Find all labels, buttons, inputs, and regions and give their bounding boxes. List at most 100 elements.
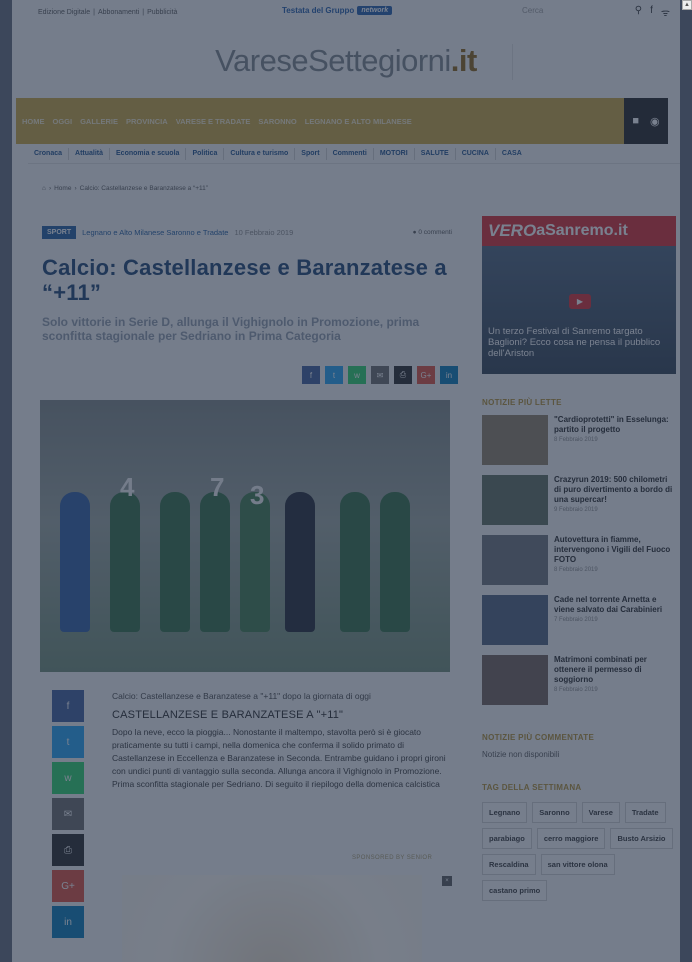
ad-close-icon[interactable]: ×	[442, 876, 452, 886]
category-link-cronaca[interactable]: Cronaca	[28, 150, 68, 157]
article-lead: Calcio: Castellanzese e Baranzatese a "+…	[112, 691, 371, 701]
sponsored-ad-image[interactable]	[122, 875, 422, 962]
googleplus-share-button[interactable]: G+	[417, 366, 435, 384]
email-share-button[interactable]: ✉	[371, 366, 389, 384]
twitter-share-button[interactable]: t	[325, 366, 343, 384]
news-title[interactable]: Crazyrun 2019: 500 chilometri di puro di…	[554, 475, 676, 505]
category-link-cucina[interactable]: CUCINA	[456, 150, 495, 157]
category-tag[interactable]: SPORT	[42, 225, 77, 239]
news-title[interactable]: Cade nel torrente Arnetta e viene salvat…	[554, 595, 676, 615]
tag-tradate[interactable]: Tradate	[624, 802, 666, 823]
category-link-attualità[interactable]: Attualità	[69, 150, 109, 157]
facebook-icon[interactable]: f	[650, 5, 653, 19]
linkedin-share-button[interactable]: in	[440, 366, 458, 384]
breadcrumb: ⌂ › Home › Calcio: Castellanzese e Baran…	[42, 185, 208, 192]
category-link-commenti[interactable]: Commenti	[327, 150, 373, 157]
most-commented-empty: Notizie non disponibili	[482, 750, 560, 759]
list-item[interactable]: Crazyrun 2019: 500 chilometri di puro di…	[482, 475, 676, 529]
category-link-cultura-e-turismo[interactable]: Cultura e turismo	[224, 150, 294, 157]
googleplus-share-button[interactable]: G+	[52, 870, 84, 902]
facebook-share-button[interactable]: f	[302, 366, 320, 384]
linkedin-share-button[interactable]: in	[52, 906, 84, 938]
tag-saronno[interactable]: Saronno	[532, 802, 577, 823]
tag-san-vittore-olona[interactable]: san vittore olona	[540, 854, 615, 875]
news-date: 8 Febbraio 2019	[554, 437, 598, 443]
jersey-number: 4	[120, 472, 135, 502]
twitter-share-button[interactable]: t	[52, 726, 84, 758]
tag-legnano[interactable]: Legnano	[482, 802, 528, 823]
email-share-button[interactable]: ✉	[52, 798, 84, 830]
nav-item-oggi[interactable]: OGGI	[53, 117, 73, 126]
tag-varese[interactable]: Varese	[581, 802, 620, 823]
news-title[interactable]: Matrimoni combinati per ottenere il perm…	[554, 655, 676, 685]
comments-count[interactable]: ● 0 commenti	[413, 229, 452, 236]
print-share-button[interactable]: ⎙	[52, 834, 84, 866]
sponsored-label[interactable]: SPONSORED BY SENIOR	[352, 855, 432, 861]
player-figure	[200, 492, 230, 632]
video-camera-icon[interactable]: ■	[632, 115, 639, 127]
breadcrumb-current: Calcio: Castellanzese e Baranzatese a “+…	[79, 185, 208, 192]
link-pubblicita[interactable]: Pubblicità	[147, 9, 177, 16]
group-label-text: Testata del Gruppo	[282, 6, 355, 15]
scroll-up-icon[interactable]: ▲	[682, 0, 692, 10]
list-item[interactable]: Autovettura in fiamme, intervengono i Vi…	[482, 535, 676, 589]
news-thumbnail[interactable]	[482, 595, 548, 645]
list-item[interactable]: "Cardioprotetti" in Esselunga: partito i…	[482, 415, 676, 469]
news-thumbnail[interactable]	[482, 655, 548, 705]
network-logo[interactable]: network	[357, 6, 393, 15]
nav-item-saronno[interactable]: SARONNO	[258, 117, 296, 126]
tag-parabiago[interactable]: parabiago	[482, 828, 532, 849]
whatsapp-icon: w	[354, 370, 360, 380]
category-link-casa[interactable]: CASA	[496, 150, 528, 157]
email-icon: ✉	[63, 808, 73, 820]
category-link-politica[interactable]: Politica	[186, 150, 223, 157]
article-header: SPORT Legnano e Alto Milanese Saronno e …	[42, 224, 458, 384]
category-link-economia-e-scuola[interactable]: Economia e scuola	[110, 150, 185, 157]
rss-icon[interactable]: ᯤ	[661, 5, 670, 19]
news-title[interactable]: Autovettura in fiamme, intervengono i Vi…	[554, 535, 676, 565]
category-link-sport[interactable]: Sport	[295, 150, 325, 157]
tag-rescaldina[interactable]: Rescaldina	[482, 854, 536, 875]
play-icon[interactable]: ▶	[569, 294, 591, 309]
home-icon[interactable]: ⌂	[42, 185, 46, 192]
camera-icon[interactable]: ◉	[650, 115, 660, 128]
linkedin-icon: in	[445, 370, 453, 380]
list-item[interactable]: Cade nel torrente Arnetta e viene salvat…	[482, 595, 676, 649]
print-share-button[interactable]: ⎙	[394, 366, 412, 384]
logo-tld: .it	[450, 43, 478, 78]
share-bar-side: f t w ✉ ⎙ G+ in	[52, 690, 84, 942]
promo-banner[interactable]: VERO aSanremo.it ▶ Un terzo Festival di S…	[482, 216, 676, 374]
category-link-salute[interactable]: SALUTE	[415, 150, 455, 157]
search-input[interactable]: Cerca	[522, 6, 543, 15]
link-edizione-digitale[interactable]: Edizione Digitale	[38, 9, 90, 16]
link-abbonamenti[interactable]: Abbonamenti	[98, 9, 139, 16]
list-item[interactable]: Matrimoni combinati per ottenere il perm…	[482, 655, 676, 709]
article-locations[interactable]: Legnano e Alto Milanese Saronno e Tradat…	[82, 228, 228, 237]
top-links: Edizione Digitale | Abbonamenti | Pubbli…	[38, 9, 177, 16]
site-logo[interactable]: VareseSettegiorni.it	[215, 43, 477, 79]
news-title[interactable]: "Cardioprotetti" in Esselunga: partito i…	[554, 415, 676, 435]
sidebar: VERO aSanremo.it ▶ Un terzo Festival di S…	[482, 216, 676, 901]
player-figure	[380, 492, 410, 632]
main-nav: HOME OGGI GALLERIE PROVINCIA VARESE E TRADAT…	[16, 98, 668, 144]
separator: |	[93, 8, 95, 16]
linkedin-icon: in	[64, 916, 72, 928]
promo-caption: Un terzo Festival di Sanremo targato Bag…	[488, 326, 661, 359]
news-thumbnail[interactable]	[482, 475, 548, 525]
whatsapp-share-button[interactable]: w	[52, 762, 84, 794]
news-thumbnail[interactable]	[482, 415, 548, 465]
facebook-share-button[interactable]: f	[52, 690, 84, 722]
tag-cerro-maggiore[interactable]: cerro maggiore	[536, 828, 606, 849]
nav-item-gallerie[interactable]: GALLERIE	[80, 117, 118, 126]
tag-busto-arsizio[interactable]: Busto Arsizio	[610, 828, 673, 849]
whatsapp-share-button[interactable]: w	[348, 366, 366, 384]
search-icon[interactable]: ⚲	[635, 5, 642, 19]
breadcrumb-home[interactable]: Home	[54, 185, 71, 192]
nav-item-provincia[interactable]: PROVINCIA	[126, 117, 168, 126]
category-link-motori[interactable]: MOTORI	[374, 150, 414, 157]
nav-item-varese-e-tradate[interactable]: VARESE E TRADATE	[176, 117, 251, 126]
news-thumbnail[interactable]	[482, 535, 548, 585]
nav-item-legnano-e-alto-milanese[interactable]: LEGNANO E ALTO MILANESE	[305, 117, 412, 126]
tag-castano-primo[interactable]: castano primo	[482, 880, 548, 901]
nav-item-home[interactable]: HOME	[22, 117, 45, 126]
